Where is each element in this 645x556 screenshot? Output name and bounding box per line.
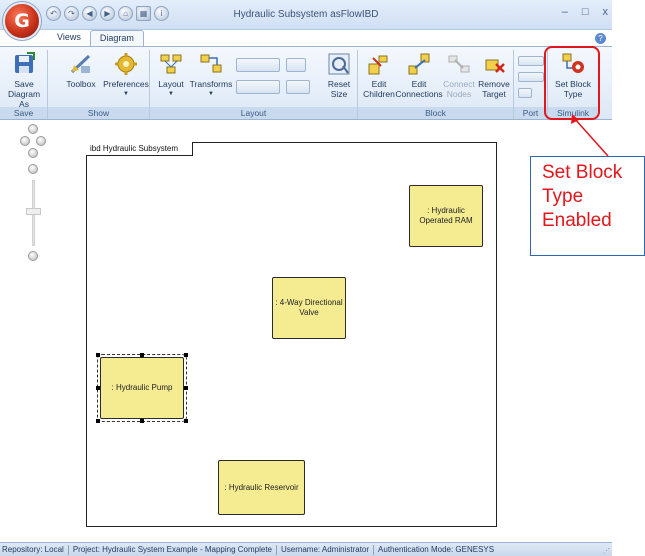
window-title: Hydraulic Subsystem asFlowIBD [233,9,379,20]
group-layout: Layout ▼ Transforms ▼ Reset Size Layout [150,50,358,119]
chevron-down-icon: ▼ [168,91,174,97]
selection-handle[interactable] [140,419,144,423]
close-button[interactable]: x [603,6,609,18]
title-bar: ↶ ↷ ◀ ▶ ⌂ ▦ i Hydraulic Subsystem asFlow… [0,0,612,30]
maximize-button[interactable]: □ [582,6,589,18]
group-label-layout: Layout [150,107,357,119]
selection-handle[interactable] [184,419,188,423]
align-vertical-icon[interactable] [236,80,280,94]
toolbox-icon [70,54,91,74]
status-separator [67,544,69,555]
port-edit-icon[interactable] [518,72,544,82]
reset-size-icon [328,53,350,75]
group-show: Toolbox Preferences ▼ Show [48,50,150,119]
help-icon[interactable]: ? [595,33,606,44]
annotation-callout: Set Block Type Enabled [530,156,645,256]
reset-size-label: Reset Size [327,79,351,99]
callout-line: Type [542,186,584,207]
layout-icon [160,54,182,74]
group-label-port: Port [514,107,547,119]
callout-arrow [571,114,609,157]
pan-left-icon[interactable] [20,136,30,146]
remove-target-icon [485,59,505,73]
connect-nodes-button[interactable]: Connect Nodes [442,52,476,99]
ribbon-tabs: Views Diagram [48,30,144,46]
pan-right-icon[interactable] [36,136,46,146]
edit-connections-button[interactable]: Edit Connections [395,52,443,99]
save-diagram-as-button[interactable]: Save Diagram As [4,52,44,109]
ibd-frame-title: ibd Hydraulic Subsystem [86,142,194,156]
selection-handle[interactable] [184,353,188,357]
selection-handle[interactable] [184,386,188,390]
group-block: Edit Children Edit Connections Connect N… [358,50,514,119]
save-diagram-as-label: Save Diagram As [7,79,41,109]
zoom-in-icon[interactable] [28,164,38,174]
selection-handle[interactable] [96,353,100,357]
status-bar: Repository: Local Project: Hydraulic Sys… [0,542,612,556]
block-hydraulic-reservoir[interactable]: : Hydraulic Reservoir [218,460,305,515]
status-username: Username: Administrator [281,545,370,554]
window-controls: – □ x [562,6,608,18]
remove-target-label: Remove Target [478,79,510,99]
pan-up-icon[interactable] [28,124,38,134]
fit-height-icon[interactable] [286,80,310,94]
set-block-type-highlight [544,46,600,120]
preferences-label: Preferences [103,79,149,89]
pan-down-icon[interactable] [28,148,38,158]
group-label-block: Block [358,107,513,119]
group-label-show: Show [48,107,149,119]
transforms-label: Transforms [189,79,233,89]
toolbox-button[interactable]: Toolbox [66,52,96,89]
remove-target-button[interactable]: Remove Target [476,52,512,99]
chevron-down-icon: ▼ [208,91,214,97]
transforms-button[interactable]: Transforms ▼ [190,52,232,99]
zoom-out-icon[interactable] [28,251,38,261]
tab-diagram[interactable]: Diagram [89,30,144,46]
minimize-button[interactable]: – [562,6,568,18]
status-repository: Repository: Local [2,545,64,554]
edit-children-icon [368,55,388,75]
block-hydraulic-pump[interactable]: : Hydraulic Pump [97,354,187,422]
transforms-icon [200,54,222,73]
group-port: Port [514,50,548,119]
block-hydraulic-operated-ram[interactable]: : Hydraulic Operated RAM [409,185,483,247]
port-add-icon[interactable] [518,56,544,66]
layout-label: Layout [158,79,184,89]
connect-nodes-label: Connect Nodes [443,79,475,99]
status-project: Project: Hydraulic System Example - Mapp… [72,545,272,554]
floppy-disk-icon [15,52,35,73]
chevron-down-icon: ▼ [123,91,129,97]
selection-handle[interactable] [140,353,144,357]
edit-children-button[interactable]: Edit Children [360,52,398,99]
group-save: Save Diagram As Save [0,50,48,119]
ribbon: Save Diagram As Save Toolbox Preferences [0,46,612,120]
connect-nodes-icon [448,55,470,73]
edit-children-label: Edit Children [363,79,395,99]
edit-connections-icon [408,53,430,75]
callout-line: Set Block [542,162,623,183]
callout-line: Enabled [542,210,612,231]
gear-icon [115,53,137,75]
preferences-button[interactable]: Preferences ▼ [103,52,149,99]
selection-handle[interactable] [96,419,100,423]
align-horizontal-icon[interactable] [236,58,280,72]
block-4-way-directional-valve[interactable]: : 4-Way Directional Valve [272,277,346,339]
genesys-logo-icon[interactable]: G [3,2,41,40]
layout-button[interactable]: Layout ▼ [156,52,186,99]
reset-size-button[interactable]: Reset Size [322,52,356,99]
selection-handle[interactable] [96,386,100,390]
fit-width-icon[interactable] [286,58,306,72]
edit-connections-label: Edit Connections [395,79,443,99]
zoom-slider-thumb[interactable] [26,208,41,215]
status-auth-mode: Authentication Mode: GENESYS [378,545,495,554]
resize-gripper-icon[interactable]: ⋰ [603,547,610,555]
tab-views[interactable]: Views [48,30,90,46]
status-separator [373,544,375,555]
toolbox-label: Toolbox [66,79,96,89]
group-label-save: Save [0,107,47,119]
port-remove-icon[interactable] [518,88,532,98]
status-separator [276,544,277,555]
